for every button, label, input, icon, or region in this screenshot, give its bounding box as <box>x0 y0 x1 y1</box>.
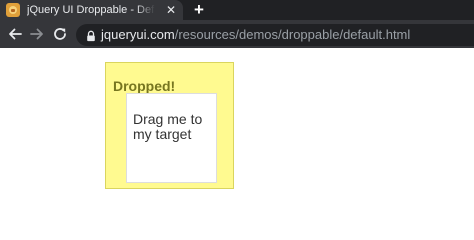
reload-icon[interactable] <box>51 25 69 43</box>
tab-jquery-ui-droppable[interactable]: jQuery UI Droppable - Default functional… <box>0 0 183 20</box>
url-host: jqueryui.com <box>101 27 175 42</box>
jquery-ui-favicon-icon <box>6 3 20 17</box>
url-path: /resources/demos/droppable/default.html <box>174 27 411 42</box>
back-arrow-icon[interactable] <box>6 25 24 43</box>
address-url[interactable]: jqueryui.com/resources/demos/droppable/d… <box>101 27 410 43</box>
forward-arrow-icon[interactable] <box>28 25 46 43</box>
tab-title: jQuery UI Droppable - Default functional… <box>27 4 155 16</box>
close-tab-icon[interactable]: ✕ <box>164 3 178 17</box>
tab-strip: jQuery UI Droppable - Default functional… <box>0 0 474 20</box>
lock-icon[interactable] <box>85 29 97 42</box>
page-content <box>0 48 474 209</box>
new-tab-plus-icon[interactable]: + <box>190 1 208 19</box>
draggable-label: Drag me to my target <box>133 111 203 142</box>
